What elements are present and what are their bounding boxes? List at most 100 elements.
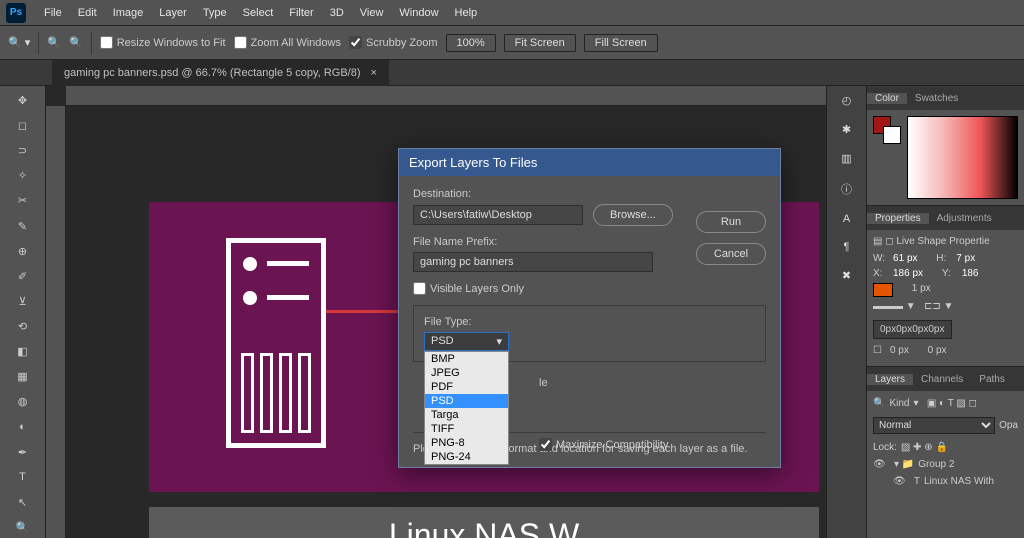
document-tab[interactable]: gaming pc banners.psd @ 66.7% (Rectangle… bbox=[52, 60, 389, 86]
resize-windows-checkbox[interactable]: Resize Windows to Fit bbox=[100, 36, 226, 49]
properties-panel: ▤ ◻ Live Shape Propertie W:61 px H:7 px … bbox=[867, 230, 1024, 367]
filetype-option[interactable]: BMP bbox=[425, 352, 508, 366]
fill-swatch[interactable] bbox=[873, 283, 893, 297]
export-layers-dialog: Export Layers To Files Destination: Brow… bbox=[398, 148, 781, 468]
character-icon[interactable]: A bbox=[843, 213, 850, 225]
histogram-icon[interactable]: ▥ bbox=[841, 152, 851, 165]
document-tab-bar: gaming pc banners.psd @ 66.7% (Rectangle… bbox=[0, 60, 1024, 86]
tools-presets-icon[interactable]: ✖ bbox=[842, 269, 851, 282]
max-compat-checkbox[interactable]: Maximize Compatibility bbox=[539, 438, 668, 451]
paragraph-icon[interactable]: ¶ bbox=[844, 241, 850, 253]
menu-edit[interactable]: Edit bbox=[70, 7, 105, 19]
gradient-tool-icon[interactable]: ▦ bbox=[11, 366, 35, 387]
filetype-option[interactable]: TIFF bbox=[425, 422, 508, 436]
menu-file[interactable]: File bbox=[36, 7, 70, 19]
move-tool-icon[interactable]: ✥ bbox=[11, 90, 35, 111]
zoom-tool-icon[interactable]: 🔍 ▾ bbox=[8, 36, 30, 49]
lasso-tool-icon[interactable]: ⊃ bbox=[11, 140, 35, 161]
canvas-tower-graphic bbox=[226, 238, 326, 448]
layers-panel: 🔍 Kind ▾ ▣ ◐ T ▧ ◻ NormalOpa Lock: ▨ ✚ ⊕… bbox=[867, 391, 1024, 494]
history-icon[interactable]: ◴ bbox=[842, 94, 852, 107]
run-button[interactable]: Run bbox=[696, 211, 766, 233]
pen-tool-icon[interactable]: ✒ bbox=[11, 442, 35, 463]
divider bbox=[38, 32, 39, 54]
zoom-tool-icon[interactable]: 🔍 bbox=[11, 517, 35, 538]
eraser-tool-icon[interactable]: ◧ bbox=[11, 341, 35, 362]
menu-type[interactable]: Type bbox=[195, 7, 235, 19]
filetype-option[interactable]: PDF bbox=[425, 380, 508, 394]
color-spectrum[interactable] bbox=[907, 116, 1018, 199]
tab-color[interactable]: Color bbox=[867, 93, 907, 104]
corner-radii[interactable]: 0px0px0px0px bbox=[873, 320, 952, 339]
tab-adjustments[interactable]: Adjustments bbox=[929, 213, 1000, 224]
height-value[interactable]: 7 px bbox=[956, 253, 975, 264]
menu-image[interactable]: Image bbox=[105, 7, 152, 19]
marquee-tool-icon[interactable]: ◻ bbox=[11, 115, 35, 136]
panel-stack: Color Swatches Properties Adjustments ▤ … bbox=[866, 86, 1024, 538]
filetype-options-list: BMP JPEG PDF PSD Targa TIFF PNG-8 PNG-24 bbox=[424, 351, 509, 465]
blend-mode-select[interactable]: Normal bbox=[873, 417, 995, 434]
tab-layers[interactable]: Layers bbox=[867, 374, 913, 385]
destination-input[interactable] bbox=[413, 205, 583, 225]
brush-tool-icon[interactable]: ✐ bbox=[11, 266, 35, 287]
tab-swatches[interactable]: Swatches bbox=[907, 93, 966, 104]
menu-window[interactable]: Window bbox=[391, 7, 446, 19]
layer-group[interactable]: 👁 ▾ 📁 Group 2 bbox=[873, 456, 1018, 473]
eyedropper-tool-icon[interactable]: ✎ bbox=[11, 216, 35, 237]
color-panel bbox=[867, 110, 1024, 206]
type-tool-icon[interactable]: T bbox=[11, 467, 35, 488]
fill-screen-button[interactable]: Fill Screen bbox=[584, 34, 658, 52]
live-shape-label: Live Shape Propertie bbox=[896, 236, 989, 247]
tab-channels[interactable]: Channels bbox=[913, 374, 971, 385]
menu-view[interactable]: View bbox=[352, 7, 392, 19]
dialog-title: Export Layers To Files bbox=[399, 149, 780, 176]
banner-text-bar: Linux NAS W bbox=[149, 507, 819, 538]
filetype-option[interactable]: JPEG bbox=[425, 366, 508, 380]
stamp-tool-icon[interactable]: ⊻ bbox=[11, 291, 35, 312]
stroke-value[interactable]: 1 px bbox=[912, 283, 931, 297]
history-tool-icon[interactable]: ⟲ bbox=[11, 316, 35, 337]
info-icon[interactable]: ⓘ bbox=[841, 181, 852, 197]
tab-properties[interactable]: Properties bbox=[867, 213, 929, 224]
filetype-option[interactable]: PNG-24 bbox=[425, 450, 508, 464]
x-value[interactable]: 186 px bbox=[893, 268, 923, 279]
menu-3d[interactable]: 3D bbox=[322, 7, 352, 19]
filetype-dropdown[interactable]: PSD▾ BMP JPEG PDF PSD Targa TIFF PNG-8 P… bbox=[424, 332, 509, 351]
blur-tool-icon[interactable]: ◍ bbox=[11, 391, 35, 412]
scrubby-zoom-checkbox[interactable]: Scrubby Zoom bbox=[349, 36, 438, 49]
fit-screen-button[interactable]: Fit Screen bbox=[504, 34, 576, 52]
zoom-out-icon[interactable]: 🔍 bbox=[69, 36, 83, 49]
zoom-all-checkbox[interactable]: Zoom All Windows bbox=[234, 36, 341, 49]
zoom-100-button[interactable]: 100% bbox=[446, 34, 496, 52]
heal-tool-icon[interactable]: ⊕ bbox=[11, 241, 35, 262]
close-icon[interactable]: × bbox=[371, 67, 377, 79]
brush-presets-icon[interactable]: ✱ bbox=[842, 123, 851, 136]
menu-select[interactable]: Select bbox=[235, 7, 282, 19]
radius-tl[interactable]: 0 px bbox=[890, 345, 909, 356]
filetype-option-selected[interactable]: PSD bbox=[425, 394, 508, 408]
browse-button[interactable]: Browse... bbox=[593, 204, 673, 226]
tools-panel: ✥ ◻ ⊃ ✧ ✂ ✎ ⊕ ✐ ⊻ ⟲ ◧ ▦ ◍ ◐ ✒ T ↖ 🔍 bbox=[0, 86, 46, 538]
layer-text[interactable]: 👁 T Linux NAS With bbox=[873, 473, 1018, 490]
cancel-button[interactable]: Cancel bbox=[696, 243, 766, 265]
radius-tr[interactable]: 0 px bbox=[928, 345, 947, 356]
app-logo: Ps bbox=[6, 3, 26, 23]
menu-layer[interactable]: Layer bbox=[151, 7, 195, 19]
tab-paths[interactable]: Paths bbox=[971, 374, 1013, 385]
menu-filter[interactable]: Filter bbox=[281, 7, 321, 19]
options-bar: 🔍 ▾ 🔍 🔍 Resize Windows to Fit Zoom All W… bbox=[0, 26, 1024, 60]
prefix-input[interactable] bbox=[413, 252, 653, 272]
menu-help[interactable]: Help bbox=[447, 7, 486, 19]
crop-tool-icon[interactable]: ✂ bbox=[11, 190, 35, 211]
dodge-tool-icon[interactable]: ◐ bbox=[11, 416, 35, 437]
filetype-option[interactable]: PNG-8 bbox=[425, 436, 508, 450]
zoom-in-icon[interactable]: 🔍 bbox=[47, 36, 61, 49]
width-value[interactable]: 61 px bbox=[893, 253, 917, 264]
y-value[interactable]: 186 bbox=[962, 268, 979, 279]
fg-bg-swatch[interactable] bbox=[873, 116, 901, 144]
banner-text: Linux NAS W bbox=[389, 517, 579, 538]
visible-layers-checkbox[interactable]: Visible Layers Only bbox=[413, 282, 766, 295]
wand-tool-icon[interactable]: ✧ bbox=[11, 165, 35, 186]
filetype-option[interactable]: Targa bbox=[425, 408, 508, 422]
path-tool-icon[interactable]: ↖ bbox=[11, 492, 35, 513]
